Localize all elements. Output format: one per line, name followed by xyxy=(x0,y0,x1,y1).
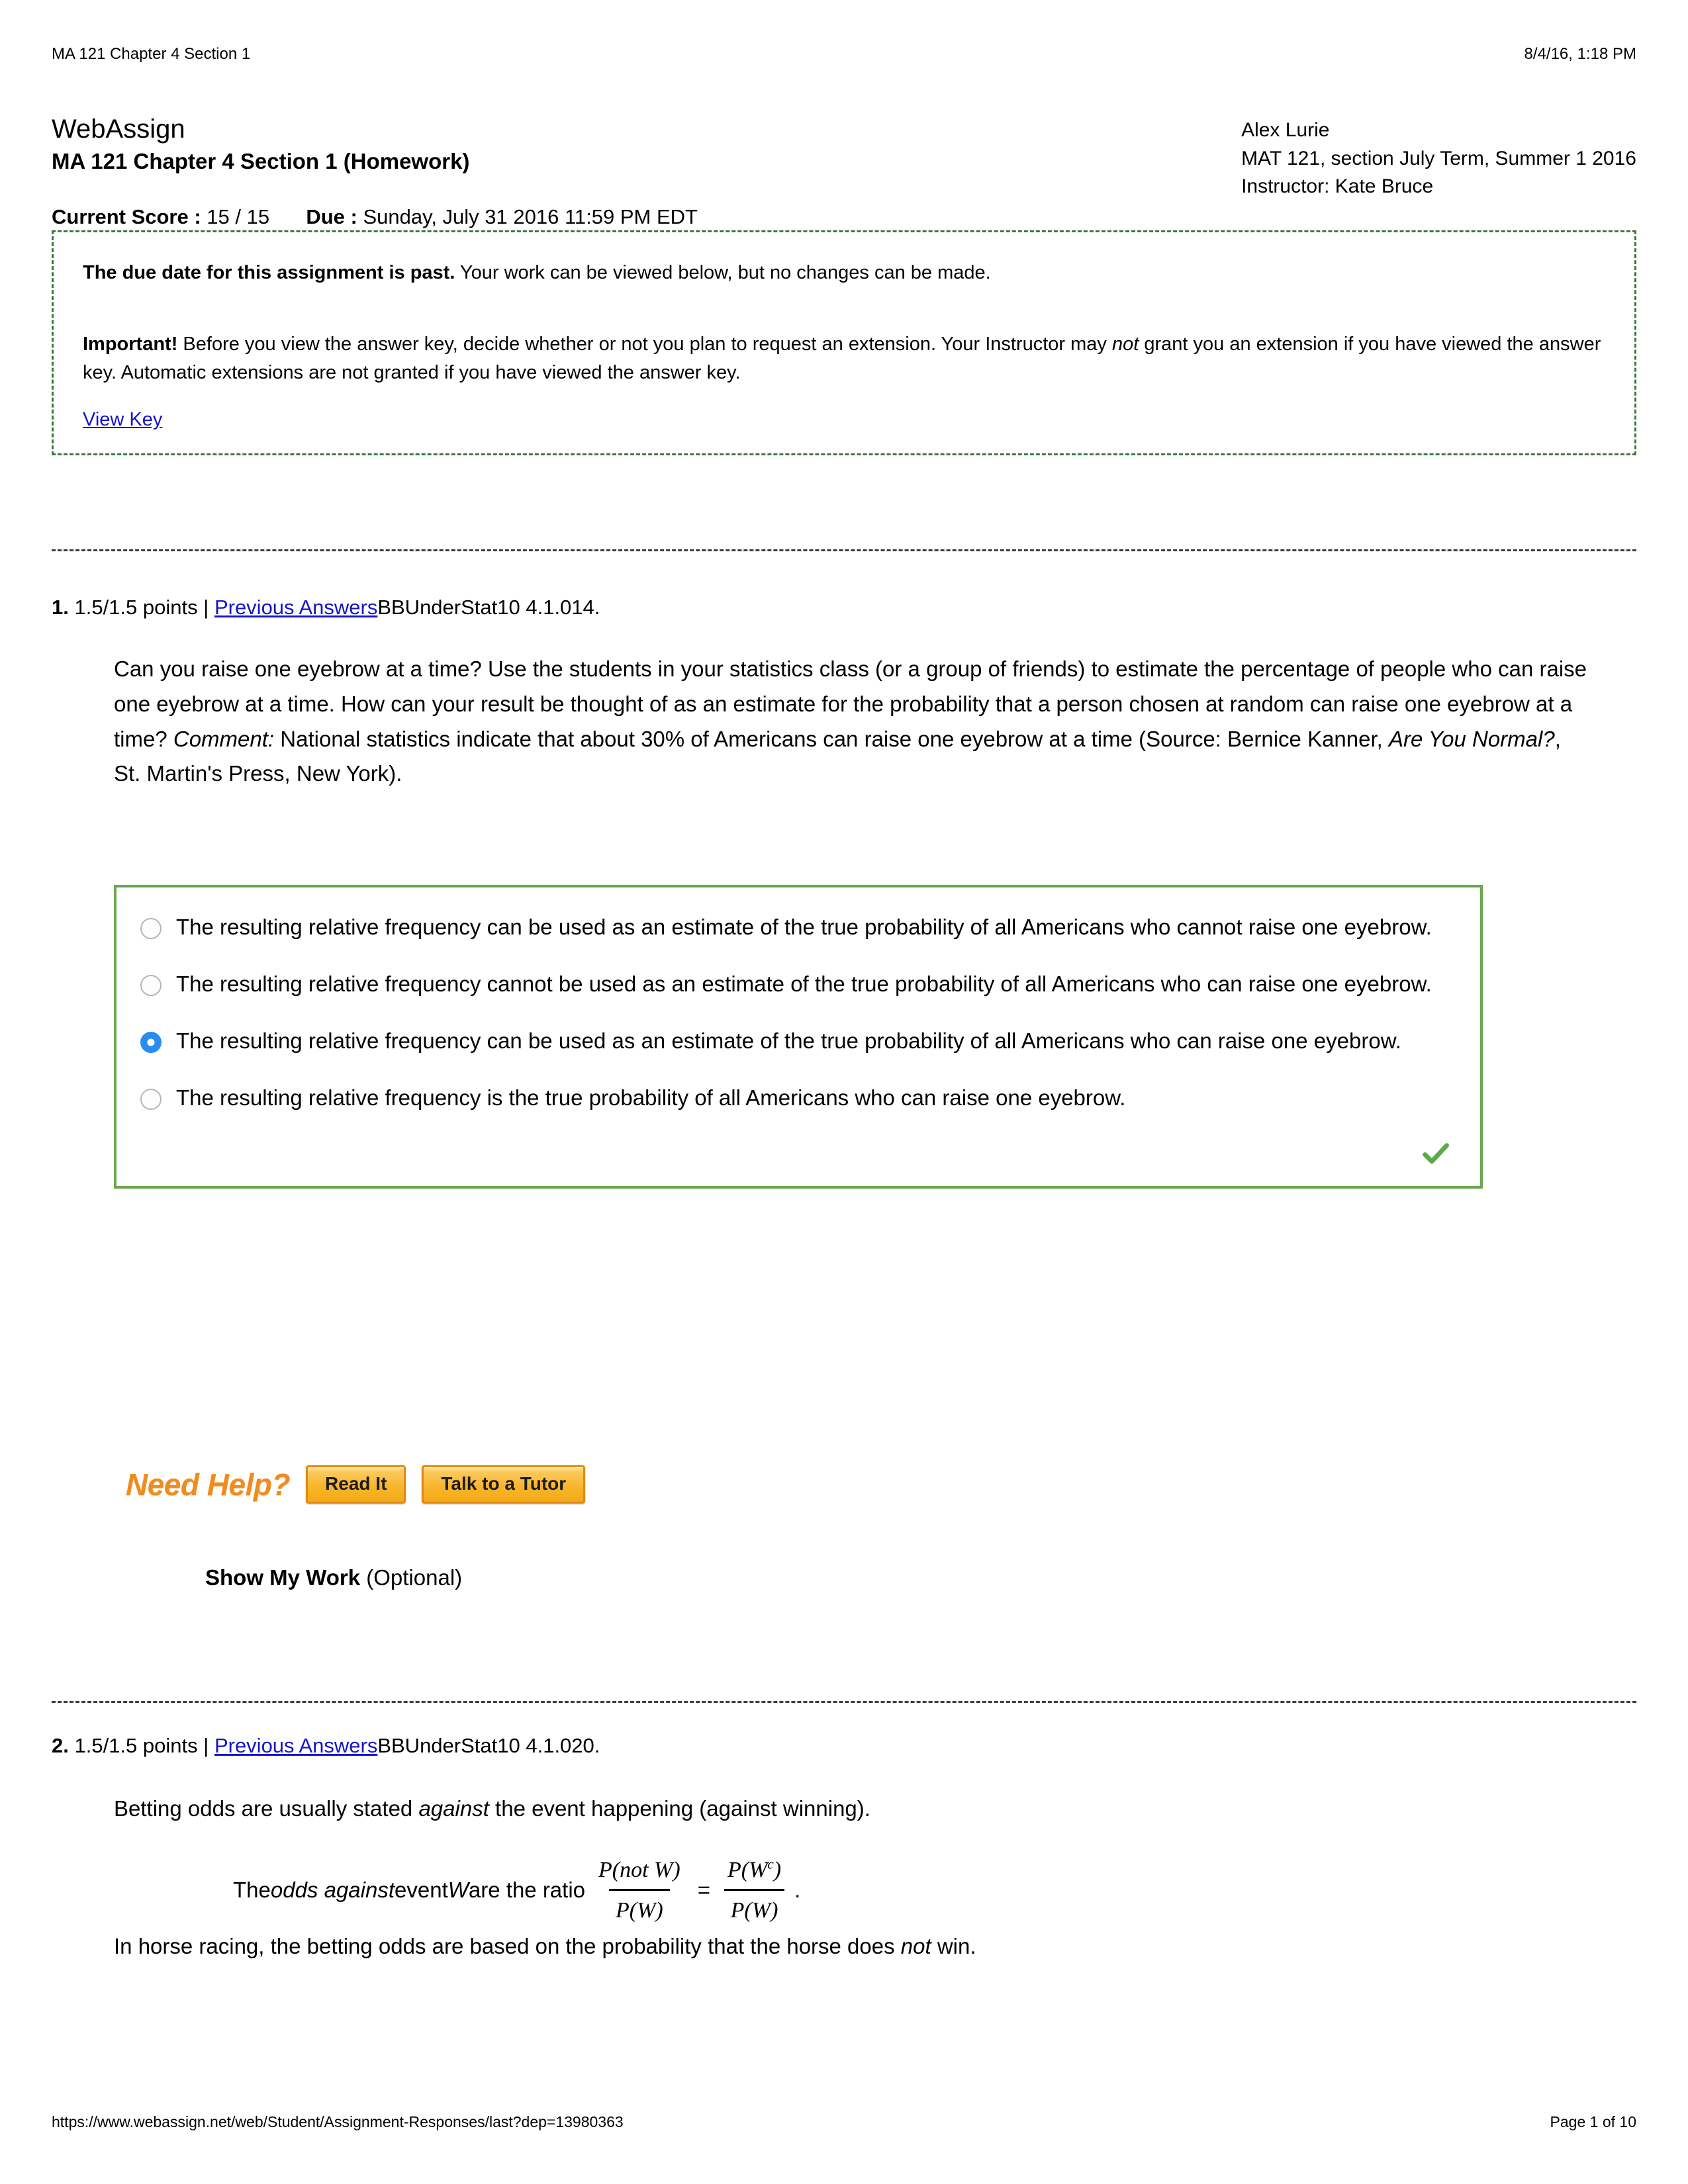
q2-against-italic: against xyxy=(418,1796,489,1821)
past-due-notice: The due date for this assignment is past… xyxy=(83,259,1605,287)
choice-option-2[interactable]: The resulting relative frequency cannot … xyxy=(140,967,1454,1001)
student-instructor: Instructor: Kate Bruce xyxy=(1241,175,1434,198)
student-name: Alex Lurie xyxy=(1241,119,1330,141)
important-bold: Important! xyxy=(83,334,178,355)
question-1-need-help: Need Help? Read It Talk to a Tutor xyxy=(126,1465,586,1504)
question-2-line-3: In horse racing, the betting odds are ba… xyxy=(114,1929,1589,1964)
important-italic: not xyxy=(1111,334,1139,355)
due-value: Sunday, July 31 2016 11:59 PM EDT xyxy=(363,205,698,228)
radio-button-option-2[interactable] xyxy=(140,975,162,997)
q2-odds-against-italic: odds against xyxy=(270,1878,395,1903)
equals-sign: = xyxy=(697,1878,710,1903)
printed-page: MA 121 Chapter 4 Section 1 8/4/16, 1:18 … xyxy=(0,0,1688,2184)
fraction-1-denominator: P(W) xyxy=(608,1889,670,1927)
read-it-button[interactable]: Read It xyxy=(306,1465,406,1504)
fraction-1-numerator: P(not W) xyxy=(598,1858,680,1882)
question-1-prompt: Can you raise one eyebrow at a time? Use… xyxy=(114,652,1589,792)
q2-ratio-part2: event xyxy=(395,1878,448,1903)
print-header-title: MA 121 Chapter 4 Section 1 xyxy=(52,45,251,63)
current-score-label: Current Score : xyxy=(52,205,201,228)
assignment-notice-box: The due date for this assignment is past… xyxy=(52,230,1636,455)
radio-button-option-1[interactable] xyxy=(140,918,162,939)
question-1-number: 1. xyxy=(52,596,69,619)
q2-not-italic: not xyxy=(900,1934,931,1958)
print-footer-page: Page 1 of 10 xyxy=(1550,2113,1636,2130)
current-score-value: 15 / 15 xyxy=(207,205,270,228)
radio-button-option-4[interactable] xyxy=(140,1089,162,1111)
q2-line3-part1: In horse racing, the betting odds are ba… xyxy=(114,1934,901,1958)
formula-period: . xyxy=(794,1878,801,1903)
choice-option-3[interactable]: The resulting relative frequency can be … xyxy=(140,1024,1454,1058)
question-1-show-my-work[interactable]: Show My Work (Optional) xyxy=(205,1565,462,1590)
important-notice: Important! Before you view the answer ke… xyxy=(83,330,1605,387)
question-1-choices-box: The resulting relative frequency can be … xyxy=(114,885,1483,1189)
fraction-2-num-post: ) xyxy=(773,1858,782,1882)
assignment-identity: WebAssign MA 121 Chapter 4 Section 1 (Ho… xyxy=(52,114,469,176)
question-2-points: 1.5/1.5 points xyxy=(74,1734,198,1757)
question-2-odds-formula: The odds against event W are the ratio P… xyxy=(233,1853,1589,1927)
question-1-previous-answers-link[interactable]: Previous Answers xyxy=(214,596,377,619)
choice-option-4[interactable]: The resulting relative frequency is the … xyxy=(140,1081,1454,1115)
show-my-work-label: Show My Work xyxy=(205,1565,361,1590)
webassign-logo-text: WebAssign xyxy=(52,114,185,144)
past-due-bold: The due date for this assignment is past… xyxy=(83,262,455,283)
choice-label-2: The resulting relative frequency cannot … xyxy=(176,972,1432,997)
complement-superscript: c xyxy=(767,1856,774,1872)
question-2-header: 2. 1.5/1.5 points | Previous AnswersBBUn… xyxy=(52,1734,600,1758)
assignment-name: MA 121 Chapter 4 Section 1 (Homework) xyxy=(52,149,470,174)
fraction-2-num-pre: P(W xyxy=(727,1858,768,1882)
student-course: MAT 121, section July Term, Summer 1 201… xyxy=(1241,147,1636,169)
print-footer: https://www.webassign.net/web/Student/As… xyxy=(52,2113,1636,2131)
question-1-textbook-code: BBUnderStat10 4.1.014. xyxy=(377,596,600,619)
question-2-header-separator: | xyxy=(203,1734,209,1757)
q2-line3-part2: win. xyxy=(931,1934,976,1958)
question-2-number: 2. xyxy=(52,1734,69,1757)
choice-option-1[interactable]: The resulting relative frequency can be … xyxy=(140,910,1454,944)
talk-to-a-tutor-button[interactable]: Talk to a Tutor xyxy=(422,1465,586,1504)
separator-above-question-1 xyxy=(52,549,1636,551)
question-1-header: 1. 1.5/1.5 points | Previous AnswersBBUn… xyxy=(52,596,600,619)
due-label: Due : xyxy=(306,205,357,228)
radio-button-option-3[interactable] xyxy=(140,1032,162,1054)
print-footer-url: https://www.webassign.net/web/Student/As… xyxy=(52,2113,624,2130)
q1-comment-label: Comment: xyxy=(173,726,275,751)
correct-checkmark-icon xyxy=(1423,1142,1449,1163)
fraction-p-not-w-over-p-w: P(not W) P(W) xyxy=(592,1853,687,1927)
q2-line1-part1: Betting odds are usually stated xyxy=(114,1796,419,1821)
show-my-work-optional: (Optional) xyxy=(360,1565,463,1590)
separator-above-question-2 xyxy=(52,1701,1636,1703)
print-header: MA 121 Chapter 4 Section 1 8/4/16, 1:18 … xyxy=(52,45,1636,64)
choice-label-4: The resulting relative frequency is the … xyxy=(176,1085,1126,1111)
choice-label-3: The resulting relative frequency can be … xyxy=(176,1028,1401,1054)
question-2-textbook-code: BBUnderStat10 4.1.020. xyxy=(377,1734,600,1757)
q1-book-title: Are You Normal? xyxy=(1389,726,1555,751)
view-key-link[interactable]: View Key xyxy=(83,409,162,431)
q2-event-w-italic: W xyxy=(447,1878,469,1903)
answer-correct-row xyxy=(140,1138,1454,1169)
past-due-rest: Your work can be viewed below, but no ch… xyxy=(455,262,991,283)
fraction-2-numerator: P(Wc) xyxy=(721,1853,788,1889)
need-help-label: Need Help? xyxy=(126,1467,291,1502)
assignment-title-block: WebAssign MA 121 Chapter 4 Section 1 (Ho… xyxy=(52,114,1636,201)
question-1-points: 1.5/1.5 points xyxy=(74,596,198,619)
choice-label-1: The resulting relative frequency can be … xyxy=(176,915,1432,939)
print-header-timestamp: 8/4/16, 1:18 PM xyxy=(1524,45,1636,63)
q2-ratio-part1: The xyxy=(233,1878,271,1903)
question-2-previous-answers-link[interactable]: Previous Answers xyxy=(214,1734,377,1757)
question-2-line-1: Betting odds are usually stated against … xyxy=(114,1792,1589,1827)
fraction-p-wc-over-p-w: P(Wc) P(W) xyxy=(721,1853,788,1927)
important-part1: Before you view the answer key, decide w… xyxy=(177,334,1112,355)
score-and-due-line: Current Score : 15 / 15 Due : Sunday, Ju… xyxy=(52,205,698,229)
fraction-2-denominator: P(W) xyxy=(724,1889,785,1927)
student-info: Alex Lurie MAT 121, section July Term, S… xyxy=(1241,114,1636,201)
q2-line1-part2: the event happening (against winning). xyxy=(489,1796,870,1821)
question-1-header-separator: | xyxy=(203,596,209,619)
q2-ratio-part3: are the ratio xyxy=(468,1878,586,1903)
q1-prompt-part2: National statistics indicate that about … xyxy=(274,726,1389,751)
